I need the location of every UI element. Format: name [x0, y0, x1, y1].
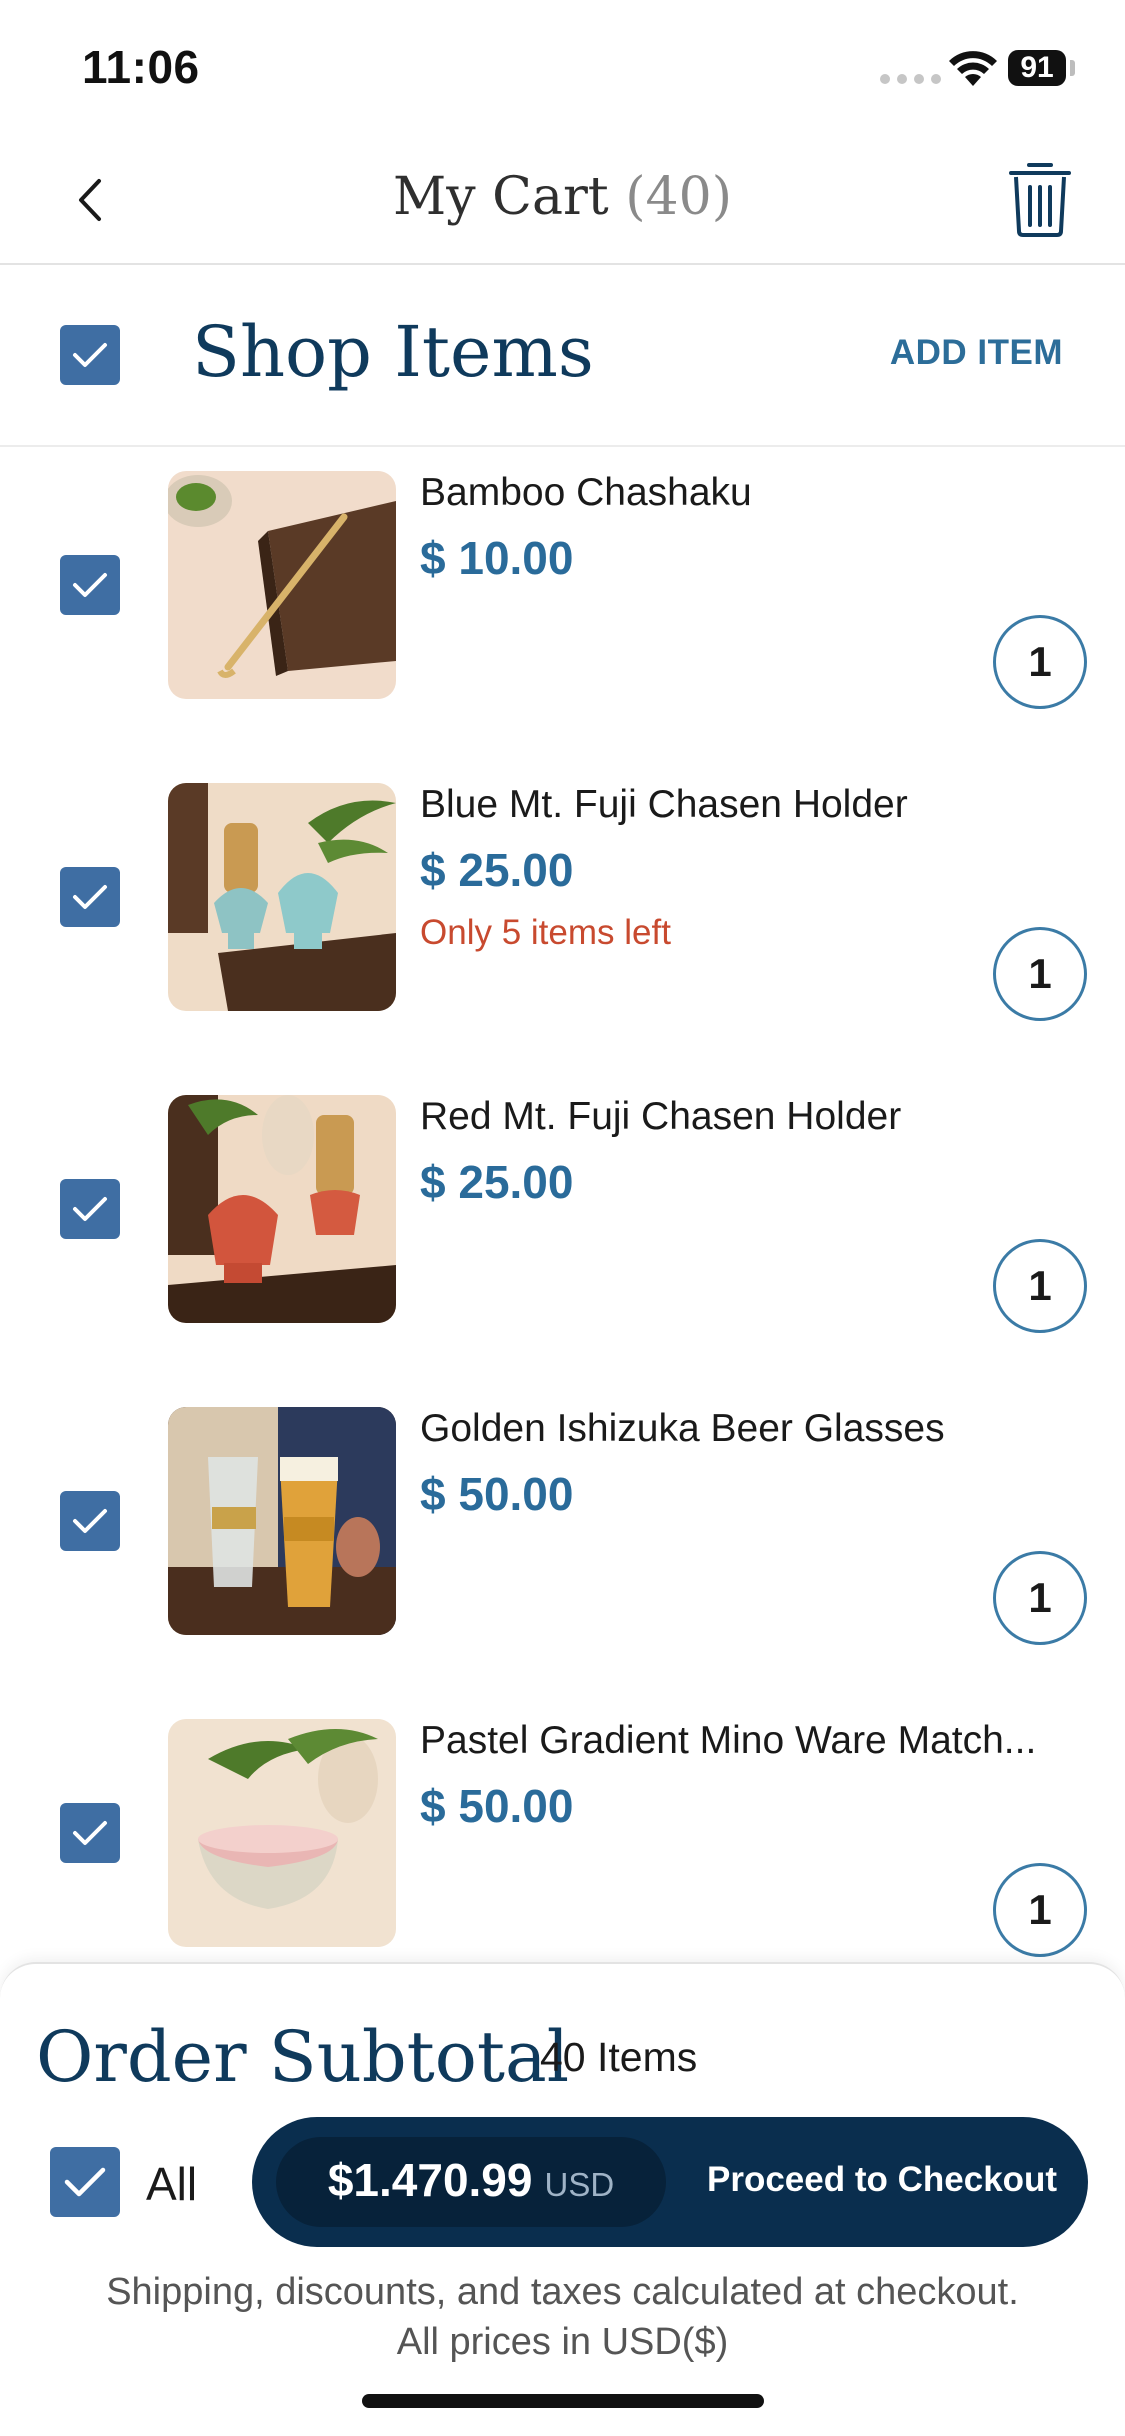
add-item-button[interactable]: ADD ITEM	[890, 333, 1063, 373]
quantity-badge[interactable]: 1	[993, 1239, 1087, 1333]
cart-screen: 11:06 91 My Cart (40) Shop Items ADD ITE…	[0, 0, 1125, 2436]
item-image[interactable]	[168, 783, 396, 1011]
stock-warning: Only 5 items left	[420, 913, 671, 952]
item-name: Pastel Gradient Mino Ware Match...	[420, 1719, 1037, 1762]
checkmark-icon	[73, 1197, 107, 1221]
item-price: $ 25.00	[420, 1156, 574, 1208]
order-subtotal-panel: Order Subtotal 40 Items All $1.470.99 US…	[0, 1962, 1125, 2436]
checkmark-icon	[73, 1509, 107, 1533]
checkout-button[interactable]: $1.470.99 USD Proceed to Checkout	[252, 2117, 1088, 2247]
quantity-badge[interactable]: 1	[993, 615, 1087, 709]
cart-item: Red Mt. Fuji Chasen Holder $ 25.00 1	[0, 1095, 1125, 1407]
quantity-badge[interactable]: 1	[993, 1863, 1087, 1957]
home-indicator	[362, 2394, 764, 2408]
item-checkbox[interactable]	[60, 867, 120, 927]
checkmark-icon	[73, 1821, 107, 1845]
item-checkbox[interactable]	[60, 555, 120, 615]
checkmark-icon	[73, 573, 107, 597]
shop-select-checkbox[interactable]	[60, 325, 120, 385]
status-time: 11:06	[82, 41, 200, 93]
item-price: $ 50.00	[420, 1468, 574, 1520]
checkmark-icon	[73, 343, 107, 367]
battery-tip	[1070, 60, 1075, 76]
item-image[interactable]	[168, 1407, 396, 1635]
item-checkbox[interactable]	[60, 1491, 120, 1551]
cart-item: Bamboo Chashaku $ 10.00 1	[0, 471, 1125, 783]
item-name: Red Mt. Fuji Chasen Holder	[420, 1095, 902, 1138]
checkmark-icon	[73, 885, 107, 909]
nav-bar: My Cart (40)	[0, 135, 1125, 265]
quantity-badge[interactable]: 1	[993, 927, 1087, 1021]
wifi-icon	[949, 51, 997, 86]
item-price: $ 25.00	[420, 844, 574, 896]
cart-item: Golden Ishizuka Beer Glasses $ 50.00 1	[0, 1407, 1125, 1719]
item-checkbox[interactable]	[60, 1803, 120, 1863]
shop-header: Shop Items ADD ITEM	[0, 267, 1125, 447]
select-all-checkbox[interactable]	[50, 2147, 120, 2217]
subtotal-count: 40 Items	[540, 2034, 698, 2080]
cart-count: (40)	[625, 167, 732, 227]
checkout-label: Proceed to Checkout	[707, 2160, 1058, 2199]
item-checkbox[interactable]	[60, 1179, 120, 1239]
quantity-badge[interactable]: 1	[993, 1551, 1087, 1645]
item-image[interactable]	[168, 1719, 396, 1947]
item-price: $ 10.00	[420, 532, 574, 584]
item-name: Golden Ishizuka Beer Glasses	[420, 1407, 945, 1450]
item-price: $ 50.00	[420, 1780, 574, 1832]
shipping-note: Shipping, discounts, and taxes calculate…	[106, 2271, 1019, 2313]
signal-icon	[880, 74, 941, 84]
trash-icon[interactable]	[1005, 157, 1075, 237]
battery-icon: 91	[1008, 50, 1066, 86]
order-total: $1.470.99 USD	[276, 2137, 666, 2227]
item-name: Blue Mt. Fuji Chasen Holder	[420, 783, 908, 826]
subtotal-title: Order Subtotal	[36, 2016, 570, 2098]
item-image[interactable]	[168, 471, 396, 699]
item-image[interactable]	[168, 1095, 396, 1323]
shop-title: Shop Items	[192, 311, 594, 393]
select-all-label[interactable]: All	[146, 2157, 197, 2211]
currency-note: All prices in USD($)	[396, 2321, 729, 2363]
total-currency: USD	[544, 2166, 615, 2203]
status-bar: 11:06 91	[0, 0, 1125, 135]
item-name: Bamboo Chashaku	[420, 471, 752, 514]
page-title: My Cart (40)	[0, 167, 1125, 227]
total-amount: $1.470.99	[327, 2154, 533, 2206]
cart-item: Blue Mt. Fuji Chasen Holder $ 25.00 Only…	[0, 783, 1125, 1095]
page-title-text: My Cart	[393, 167, 609, 227]
checkmark-icon	[64, 2167, 106, 2197]
